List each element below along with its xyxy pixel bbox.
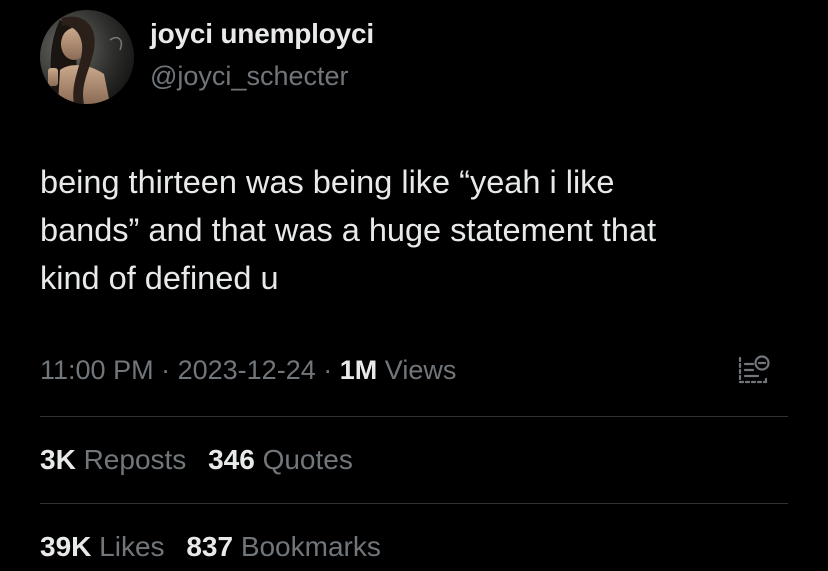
bookmarks-count: 837: [186, 531, 234, 562]
divider: [40, 416, 788, 417]
reposts-count: 3K: [40, 444, 76, 475]
analytics-icon[interactable]: [736, 352, 772, 388]
tweet-date[interactable]: 2023-12-24: [178, 355, 316, 385]
engagement-row: 39K Likes 837 Bookmarks: [40, 531, 395, 563]
engagement-row: 3K Reposts 346 Quotes: [40, 444, 367, 476]
author-display-name[interactable]: joyci unemployci: [150, 18, 374, 50]
author-handle[interactable]: @joyci_schecter: [150, 61, 348, 92]
tweet-time[interactable]: 11:00 PM: [40, 355, 154, 385]
divider: [40, 503, 788, 504]
reposts-stat[interactable]: 3K Reposts: [40, 444, 186, 476]
quotes-stat[interactable]: 346 Quotes: [208, 444, 353, 476]
tweet-line: being thirteen was being like “yeah i li…: [40, 164, 615, 200]
views-count: 1M: [339, 355, 378, 385]
meta-separator: ·: [161, 355, 171, 385]
likes-label: Likes: [99, 531, 165, 562]
bookmarks-stat[interactable]: 837 Bookmarks: [186, 531, 381, 563]
quotes-count: 346: [208, 444, 255, 475]
avatar-image: [40, 10, 134, 104]
tweet-line: bands” and that was a huge statement tha…: [40, 212, 657, 248]
tweet-line: kind of defined u: [40, 260, 279, 296]
quotes-label: Quotes: [262, 444, 353, 475]
bookmarks-label: Bookmarks: [240, 531, 381, 562]
views-label: Views: [384, 355, 457, 385]
tweet-meta: 11:00 PM · 2023-12-24 · 1M Views: [40, 355, 456, 386]
reposts-label: Reposts: [83, 444, 187, 475]
tweet-text: being thirteen was being like “yeah i li…: [40, 158, 800, 302]
likes-stat[interactable]: 39K Likes: [40, 531, 165, 563]
likes-count: 39K: [40, 531, 92, 562]
meta-separator: ·: [323, 355, 333, 385]
avatar[interactable]: [40, 10, 134, 104]
